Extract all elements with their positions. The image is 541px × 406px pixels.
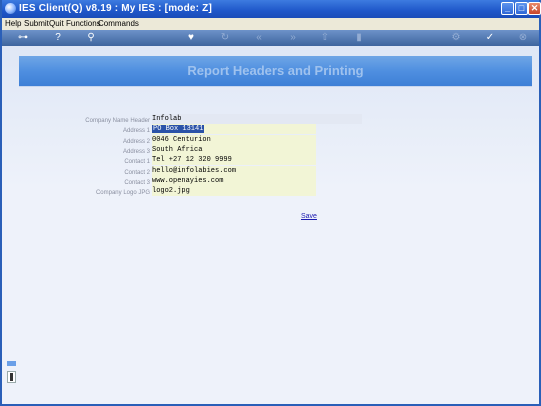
maximize-button[interactable]: □ (515, 2, 528, 15)
main-content: Report Headers and Printing Company Name… (2, 46, 539, 404)
page-title: Report Headers and Printing (187, 63, 364, 78)
address-1-value: PO Box 13141 (152, 125, 205, 133)
cancel-icon[interactable]: ⊗ (518, 32, 528, 44)
side-panel-icon[interactable] (7, 361, 16, 366)
label-contact-2: Contact 2 (124, 170, 150, 176)
label-address-3: Address 3 (122, 149, 150, 155)
search-icon[interactable]: ⚲ (86, 32, 96, 44)
menu-quit[interactable]: Quit (49, 19, 64, 28)
save-link[interactable]: Save (301, 213, 317, 220)
back-icon[interactable]: « (254, 32, 264, 44)
forward-icon[interactable]: » (288, 32, 298, 44)
label-contact-1: Contact 1 (124, 159, 150, 165)
key-icon[interactable]: ⊶ (12, 32, 34, 44)
app-icon (5, 3, 16, 14)
page-banner: Report Headers and Printing (19, 56, 532, 87)
settings-icon[interactable]: ⚙ (451, 32, 461, 44)
address-1-field[interactable]: PO Box 13141 (152, 124, 316, 134)
help-icon[interactable]: ? (53, 32, 63, 44)
label-company-name-header: Company Name Header (85, 118, 150, 124)
contact-3-value: www.openayies.com (152, 177, 224, 185)
contact-2-field[interactable]: hello@infolabies.com (152, 166, 316, 176)
contact-2-value: hello@infolabies.com (152, 167, 237, 175)
label-address-2: Address 2 (122, 139, 150, 145)
app-window: IES Client(Q) v8.19 : My IES : [mode: Z]… (0, 0, 541, 406)
company-logo-field[interactable]: logo2.jpg (152, 186, 316, 196)
label-address-1: Address 1 (122, 128, 150, 134)
contact-1-field[interactable]: Tel +27 12 320 9999 (152, 155, 316, 165)
company-name-header-value: Infolab (152, 115, 182, 123)
address-2-value: 0046 Centurion (152, 136, 211, 144)
address-3-field[interactable]: South Africa (152, 145, 316, 155)
menu-help[interactable]: Help (5, 19, 21, 28)
menu-commands[interactable]: Commands (98, 19, 139, 28)
address-3-value: South Africa (152, 146, 203, 154)
heart-icon[interactable]: ♥ (186, 32, 196, 44)
company-logo-value: logo2.jpg (152, 187, 190, 195)
company-name-header-field[interactable]: Infolab (152, 114, 362, 124)
menu-bar: Help Submit Quit Functions Commands (2, 18, 539, 30)
contact-3-field[interactable]: www.openayies.com (152, 176, 316, 186)
menu-functions[interactable]: Functions (66, 19, 101, 28)
check-icon[interactable]: ✓ (485, 32, 495, 44)
close-button[interactable]: ✕ (528, 2, 541, 15)
label-company-logo: Company Logo JPG (95, 190, 150, 196)
title-bar: IES Client(Q) v8.19 : My IES : [mode: Z]… (2, 0, 541, 18)
pin-icon[interactable]: ▮ (354, 32, 364, 44)
document-icon[interactable] (7, 371, 16, 383)
label-contact-3: Contact 3 (124, 180, 150, 186)
refresh-icon[interactable]: ↻ (220, 32, 230, 44)
contact-1-value: Tel +27 12 320 9999 (152, 156, 232, 164)
address-2-field[interactable]: 0046 Centurion (152, 135, 316, 145)
up-icon[interactable]: ⇧ (320, 32, 330, 44)
menu-submit[interactable]: Submit (24, 19, 49, 28)
window-title: IES Client(Q) v8.19 : My IES : [mode: Z] (19, 3, 213, 14)
minimize-button[interactable]: _ (501, 2, 514, 15)
toolbar: ⊶ ? ⚲ ♥ ↻ « » ⇧ ▮ ⚙ ✓ ⊗ (2, 30, 539, 46)
